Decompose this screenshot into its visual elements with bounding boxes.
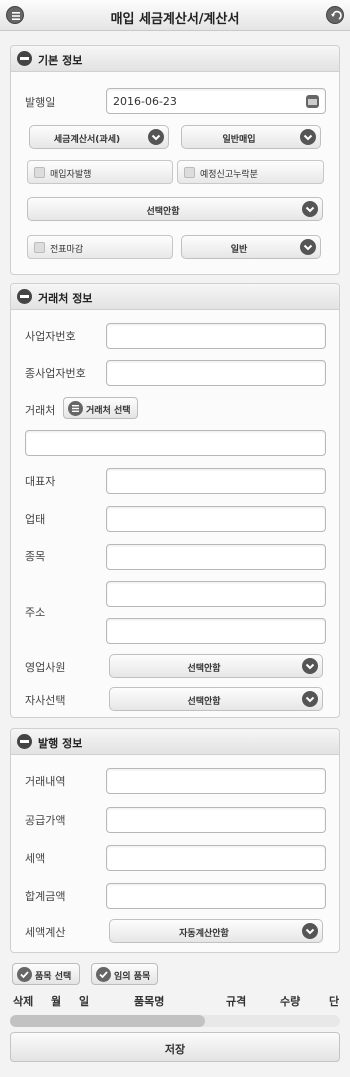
sales-rep-select[interactable]: 선택안함: [109, 654, 323, 678]
column-header-item-name: 품목명: [134, 995, 165, 1008]
option-select[interactable]: 선택안함: [27, 197, 323, 221]
checkbox-box: [34, 242, 45, 253]
basic-info-section: 기본 정보 발행일 2016-06-23 세금계산서(과세) 일반매입 매입자발…: [10, 45, 340, 275]
biz-no-field[interactable]: [106, 323, 326, 349]
tax-calc-label: 세액계산: [25, 926, 66, 939]
scrollbar-thumb[interactable]: [10, 1015, 205, 1027]
client-info-header[interactable]: 거래처 정보: [11, 284, 339, 310]
total-field[interactable]: [106, 883, 326, 909]
collapse-icon: [17, 734, 32, 749]
business-item-label: 종목: [25, 550, 46, 563]
basic-info-header[interactable]: 기본 정보: [11, 46, 339, 72]
company-select[interactable]: 선택안함: [109, 687, 323, 711]
business-type-label: 업태: [25, 513, 46, 526]
slip-close-label: 전표마감: [50, 245, 84, 255]
chevron-down-icon: [300, 129, 316, 145]
supply-amount-field[interactable]: [106, 807, 326, 833]
sales-rep-value: 선택안함: [187, 664, 221, 674]
check-icon: [17, 967, 32, 982]
issue-info-section: 발행 정보 거래내역 공급가액 세액 합계금액 세액계산 자동계산안함: [10, 728, 340, 953]
client-select-button[interactable]: 거래처 선택: [63, 397, 138, 419]
column-header-unit: 단: [329, 995, 340, 1008]
calendar-icon[interactable]: [306, 95, 319, 108]
client-label: 거래처: [25, 404, 56, 417]
custom-item-label: 임의 품목: [114, 972, 151, 982]
back-icon[interactable]: [326, 6, 344, 24]
invoice-type-select[interactable]: 세금계산서(과세): [29, 125, 169, 149]
chevron-down-icon: [302, 691, 318, 707]
sub-biz-no-field[interactable]: [106, 360, 326, 386]
column-header-quantity: 수량: [280, 995, 301, 1008]
address-label: 주소: [25, 606, 46, 619]
sales-rep-label: 영업사원: [25, 661, 66, 674]
trade-details-label: 거래내역: [25, 775, 66, 788]
option-select-value: 선택안함: [146, 207, 180, 217]
horizontal-scrollbar[interactable]: [10, 1015, 340, 1027]
issue-date-value: 2016-06-23: [113, 95, 177, 108]
total-label: 합계금액: [25, 890, 66, 903]
ceo-label: 대표자: [25, 475, 56, 488]
chevron-down-icon: [302, 658, 318, 674]
scheduled-report-label: 예정신고누락분: [200, 170, 258, 180]
biz-no-label: 사업자번호: [25, 330, 76, 343]
checkbox-box: [34, 167, 45, 178]
business-type-field[interactable]: [106, 506, 326, 532]
column-header-delete: 삭제: [13, 995, 34, 1008]
tax-calc-select[interactable]: 자동계산안함: [109, 919, 323, 943]
item-select-button[interactable]: 품목 선택: [12, 963, 80, 985]
company-select-value: 선택안함: [187, 697, 221, 707]
column-header-spec: 규격: [226, 995, 247, 1008]
column-header-day: 일: [79, 995, 90, 1008]
issue-info-header[interactable]: 발행 정보: [11, 729, 339, 755]
client-name-field[interactable]: [25, 430, 326, 456]
checkbox-box: [184, 167, 195, 178]
supply-amount-label: 공급가액: [25, 814, 66, 827]
address-field-2[interactable]: [106, 618, 326, 644]
purchase-type-value: 일반매입: [222, 135, 256, 145]
collapse-icon: [17, 289, 32, 304]
tax-label: 세액: [25, 852, 46, 865]
chevron-down-icon: [302, 201, 318, 217]
tax-calc-value: 자동계산안함: [179, 929, 229, 939]
item-select-label: 품목 선택: [35, 972, 72, 982]
business-item-field[interactable]: [106, 544, 326, 570]
ceo-field[interactable]: [106, 468, 326, 494]
issue-date-label: 발행일: [25, 96, 56, 109]
trade-details-field[interactable]: [106, 768, 326, 794]
scheduled-report-checkbox[interactable]: 예정신고누락분: [177, 160, 324, 184]
custom-item-button[interactable]: 임의 품목: [91, 963, 158, 985]
buyer-issue-label: 매입자발행: [50, 170, 92, 180]
purchase-type-select[interactable]: 일반매입: [181, 125, 321, 149]
chevron-down-icon: [300, 239, 316, 255]
client-info-section: 거래처 정보 사업자번호 종사업자번호 거래처 거래처 선택 대표자 업태 종목…: [10, 283, 340, 718]
save-button[interactable]: 저장: [10, 1032, 340, 1062]
check-icon: [96, 967, 111, 982]
invoice-type-value: 세금계산서(과세): [53, 135, 121, 145]
section-title: 발행 정보: [38, 737, 83, 750]
section-title: 기본 정보: [38, 54, 83, 67]
issue-date-field[interactable]: 2016-06-23: [106, 88, 326, 114]
buyer-issue-checkbox[interactable]: 매입자발행: [27, 160, 173, 184]
chevron-down-icon: [148, 129, 164, 145]
collapse-icon: [17, 51, 32, 66]
save-label: 저장: [164, 1043, 186, 1056]
sub-biz-no-label: 종사업자번호: [25, 367, 86, 380]
general-select[interactable]: 일반: [181, 235, 321, 259]
tax-field[interactable]: [106, 845, 326, 871]
company-select-label: 자사선택: [25, 694, 66, 707]
page-title: 매입 세금계산서/계산서: [110, 12, 240, 27]
client-select-label: 거래처 선택: [86, 406, 131, 416]
slip-close-checkbox[interactable]: 전표마감: [27, 235, 173, 259]
list-icon: [68, 401, 83, 416]
address-field-1[interactable]: [106, 581, 326, 607]
chevron-down-icon: [302, 923, 318, 939]
column-header-month: 월: [51, 995, 62, 1008]
section-title: 거래처 정보: [38, 292, 93, 305]
general-select-value: 일반: [230, 245, 248, 255]
app-header: 매입 세금계산서/계산서: [0, 0, 350, 31]
